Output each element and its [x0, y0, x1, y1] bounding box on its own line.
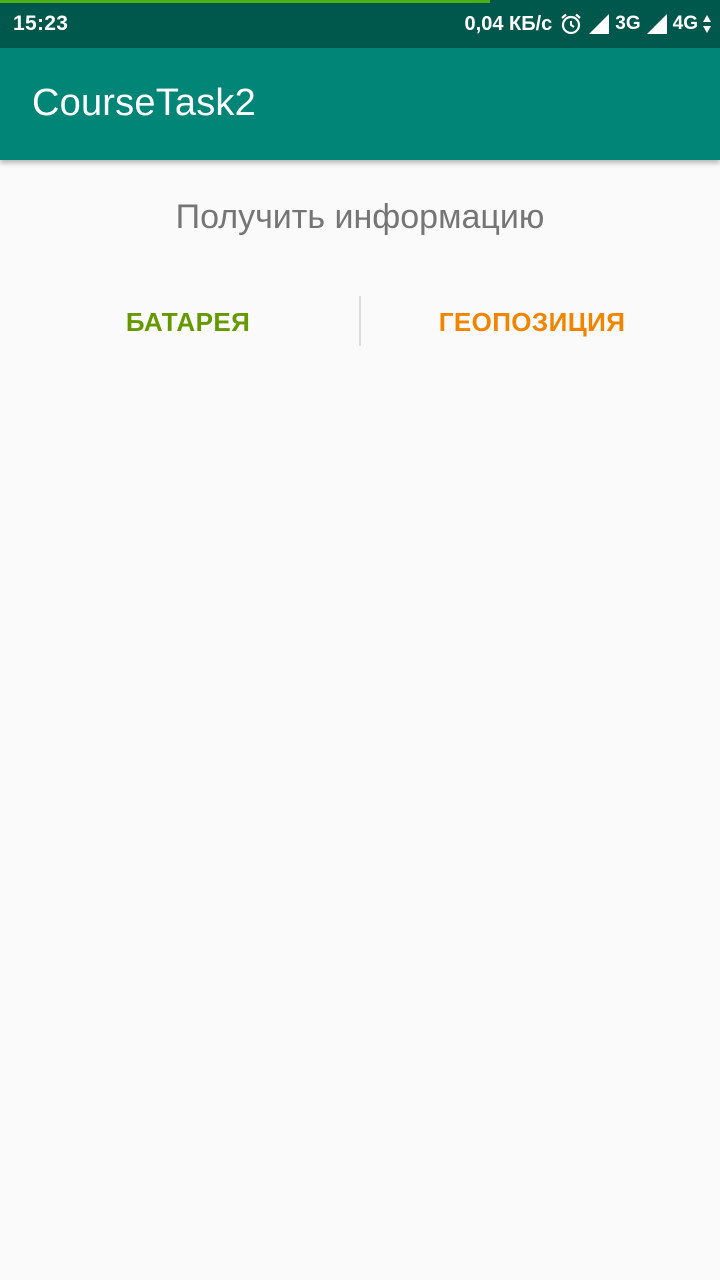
button-divider — [359, 296, 361, 346]
network-type-4g: 4G — [672, 13, 698, 34]
signal-triangle-icon — [587, 12, 611, 36]
up-down-arrows-icon — [702, 12, 712, 36]
battery-button[interactable]: БАТАРЕЯ — [18, 296, 358, 346]
main-content: Получить информацию БАТАРЕЯ ГЕОПОЗИЦИЯ — [0, 160, 720, 1280]
app-title: CourseTask2 — [32, 82, 256, 124]
alarm-clock-icon — [559, 12, 583, 36]
load-progress-fill — [0, 0, 490, 3]
network-speed: 0,04 КБ/с — [464, 12, 553, 35]
network-type-3g: 3G — [615, 13, 641, 34]
app-bar: CourseTask2 — [0, 48, 720, 160]
page-heading: Получить информацию — [175, 198, 545, 236]
status-bar: 15:23 0,04 КБ/с 3G 4G — [0, 0, 720, 48]
load-progress-bar — [0, 0, 720, 3]
geolocation-button[interactable]: ГЕОПОЗИЦИЯ — [362, 296, 702, 346]
status-time: 15:23 — [13, 12, 69, 35]
status-icons: 0,04 КБ/с 3G 4G — [465, 10, 712, 38]
signal-triangle-icon — [645, 12, 669, 36]
